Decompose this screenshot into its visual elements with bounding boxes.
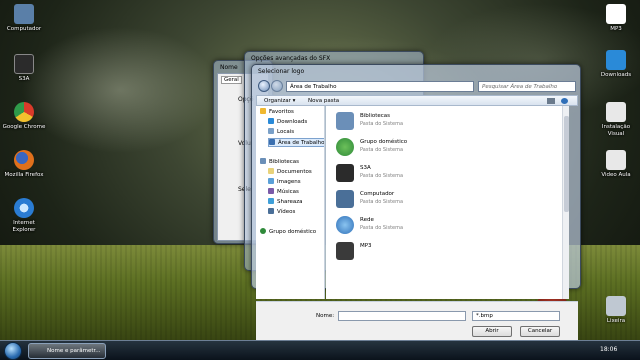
internet-explorer-icon — [14, 198, 34, 218]
nav-imagens[interactable]: Imagens — [268, 178, 301, 187]
taskbar-button[interactable]: Nome e parâmetr... — [28, 343, 106, 359]
nav-shareaza[interactable]: Shareaza — [268, 198, 303, 207]
list-item[interactable]: Rede Pasta do Sistema — [336, 214, 536, 238]
scrollbar-thumb[interactable] — [564, 116, 569, 212]
desktop-icon-label: Internet Explorer — [12, 220, 36, 233]
desktop-icon-label: Mozilla Firefox — [4, 172, 44, 178]
nav-locais[interactable]: Locais — [268, 128, 294, 137]
options-window-title: Opções avançadas do SFX — [251, 55, 331, 62]
library-icon — [260, 158, 266, 164]
filetype-select[interactable]: *.bmp — [472, 311, 560, 321]
nav-favorites[interactable]: Favoritos — [260, 108, 294, 117]
shareaza-icon — [268, 198, 274, 204]
homegroup-icon — [260, 228, 266, 234]
vertical-scrollbar[interactable] — [562, 106, 569, 299]
desktop-icon-label: Lixeira — [606, 318, 626, 324]
dialog-title: Selecionar logo — [258, 68, 305, 75]
s3a-icon — [336, 164, 354, 182]
list-item[interactable]: Grupo doméstico Pasta do Sistema — [336, 136, 536, 160]
download-icon — [268, 118, 274, 124]
folder-icon — [336, 242, 354, 260]
recycle-bin-icon — [606, 296, 626, 316]
organize-button[interactable]: Organizar ▾ — [261, 97, 298, 105]
nav-homegroup[interactable]: Grupo doméstico — [260, 228, 316, 237]
forward-arrow-icon[interactable] — [271, 80, 283, 92]
back-window-title: Nome — [220, 64, 238, 71]
desktop-icon-label: S3A — [18, 76, 30, 82]
videos-icon — [268, 208, 274, 214]
music-icon — [268, 188, 274, 194]
filename-label: Nome: — [316, 313, 335, 319]
nav-downloads[interactable]: Downloads — [268, 118, 307, 127]
navigation-pane: Favoritos Downloads Locais Área de Traba… — [256, 106, 325, 299]
s3a-icon — [14, 54, 34, 74]
desktop-icon-firefox[interactable]: Mozilla Firefox — [2, 150, 46, 179]
text-file-icon — [606, 150, 626, 170]
address-bar: Área de Trabalho Pesquisar Área de Traba… — [256, 80, 578, 93]
toolbar: Organizar ▾ Nova pasta — [256, 95, 578, 106]
document-icon — [606, 102, 626, 122]
list-item[interactable]: Bibliotecas Pasta do Sistema — [336, 110, 536, 134]
library-icon — [336, 112, 354, 130]
nav-musicas[interactable]: Músicas — [268, 188, 299, 197]
pictures-icon — [268, 178, 274, 184]
file-name-bar: Nome: *.bmp Abrir Cancelar — [256, 301, 578, 341]
views-icon[interactable] — [547, 98, 555, 104]
select-logo-dialog[interactable]: Selecionar logo Área de Trabalho Pesquis… — [251, 64, 581, 341]
documents-icon — [268, 168, 274, 174]
help-icon[interactable] — [561, 98, 568, 104]
clock[interactable]: 18:06 — [600, 346, 617, 353]
taskbar: Nome e parâmetr... 18:06 — [0, 340, 640, 360]
start-button[interactable] — [4, 342, 22, 360]
open-button[interactable]: Abrir — [472, 326, 512, 337]
desktop-icon-s3a[interactable]: S3A — [2, 54, 46, 83]
filename-input[interactable] — [338, 311, 466, 321]
new-folder-button[interactable]: Nova pasta — [305, 97, 342, 105]
star-icon — [260, 108, 266, 114]
desktop-icon-label: Video Aula — [601, 172, 631, 178]
tab-geral[interactable]: Geral — [221, 76, 242, 84]
nav-desktop[interactable]: Área de Trabalho — [268, 138, 324, 147]
desktop-icon-instalacao[interactable]: Instalação Visual — [594, 102, 638, 137]
list-item[interactable]: MP3 — [336, 240, 536, 264]
network-icon — [336, 216, 354, 234]
desktop-icon-label: Downloads — [600, 72, 632, 78]
download-arrow-icon — [606, 50, 626, 70]
search-input[interactable]: Pesquisar Área de Trabalho — [478, 81, 576, 92]
desktop-icon-label: Computador — [6, 26, 42, 32]
desktop-icon-chrome[interactable]: Google Chrome — [2, 102, 46, 131]
file-list: Bibliotecas Pasta do Sistema Grupo domés… — [326, 106, 562, 299]
desktop-icon-lixeira[interactable]: Lixeira — [594, 296, 638, 325]
nav-libraries[interactable]: Bibliotecas — [260, 158, 299, 167]
chrome-icon — [14, 102, 34, 122]
back-arrow-icon[interactable] — [258, 80, 270, 92]
cancel-button[interactable]: Cancelar — [520, 326, 560, 337]
desktop-icon-video-aula[interactable]: Video Aula — [594, 150, 638, 179]
places-icon — [268, 128, 274, 134]
list-item[interactable]: Computador Pasta do Sistema — [336, 188, 536, 212]
desktop-icon-internet-explorer[interactable]: Internet Explorer — [2, 198, 46, 233]
desktop-icon-mp3[interactable]: MP3 — [594, 4, 638, 33]
desktop-icon — [269, 139, 275, 145]
homegroup-icon — [336, 138, 354, 156]
computer-icon — [336, 190, 354, 208]
desktop-icon-label: MP3 — [610, 26, 622, 32]
desktop-icon-label: Google Chrome — [2, 124, 46, 130]
list-item[interactable]: S3A Pasta do Sistema — [336, 162, 536, 186]
firefox-icon — [14, 150, 34, 170]
desktop-icon-label: Instalação Visual — [601, 124, 631, 137]
nav-videos[interactable]: Vídeos — [268, 208, 295, 217]
desktop-icon-downloads[interactable]: Downloads — [594, 50, 638, 79]
address-field[interactable]: Área de Trabalho — [286, 81, 474, 92]
nav-documentos[interactable]: Documentos — [268, 168, 312, 177]
computer-icon — [14, 4, 34, 24]
desktop-icon-computador[interactable]: Computador — [2, 4, 46, 33]
mp3-file-icon — [606, 4, 626, 24]
